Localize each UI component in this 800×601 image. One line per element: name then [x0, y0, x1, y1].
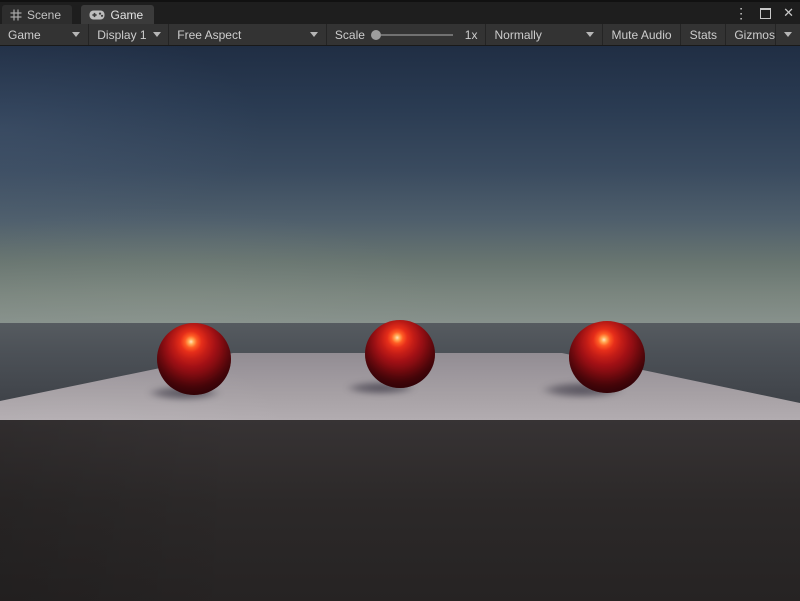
game-render-viewport[interactable]	[0, 46, 800, 601]
tab-scene[interactable]: Scene	[2, 5, 72, 24]
kebab-menu-icon[interactable]: ⋮	[734, 4, 748, 22]
divider	[775, 24, 776, 45]
scale-slider[interactable]	[371, 30, 459, 40]
scale-control: Scale 1x	[327, 24, 487, 45]
red-sphere	[365, 320, 435, 388]
display-dropdown[interactable]: Display 1	[89, 24, 169, 45]
maximize-icon[interactable]	[760, 8, 771, 19]
aspect-ratio-dropdown[interactable]: Free Aspect	[169, 24, 327, 45]
window-controls: ⋮ ✕	[734, 4, 794, 22]
red-sphere	[569, 321, 645, 393]
play-mode-dropdown[interactable]: Normally	[486, 24, 602, 45]
chevron-down-icon	[72, 32, 80, 37]
tab-strip: Scene Game ⋮ ✕	[0, 0, 800, 24]
chevron-down-icon	[310, 32, 318, 37]
unity-game-window: Scene Game ⋮ ✕ Game	[0, 0, 800, 601]
gamepad-icon	[89, 10, 105, 20]
tab-scene-label: Scene	[27, 8, 61, 22]
scale-slider-handle[interactable]	[371, 30, 381, 40]
game-view-dropdown[interactable]: Game	[0, 24, 89, 45]
mute-audio-button[interactable]: Mute Audio	[603, 24, 682, 45]
scale-slider-track[interactable]	[381, 34, 453, 36]
scale-label: Scale	[335, 28, 365, 42]
chevron-down-icon	[586, 32, 594, 37]
game-view-toolbar: Game Display 1 Free Aspect Scale 1x Norm…	[0, 24, 800, 46]
scale-value: 1x	[465, 28, 478, 42]
tab-game[interactable]: Game	[81, 5, 154, 24]
chevron-down-icon	[153, 32, 161, 37]
stats-button[interactable]: Stats	[681, 24, 726, 45]
close-icon[interactable]: ✕	[783, 4, 794, 22]
gizmos-dropdown[interactable]: Gizmos	[726, 24, 800, 45]
red-sphere	[157, 323, 231, 395]
scene-grid-icon	[10, 9, 22, 21]
foreground-below-plane	[0, 420, 800, 601]
chevron-down-icon	[784, 32, 792, 37]
skybox	[0, 46, 800, 323]
tab-game-label: Game	[110, 8, 143, 22]
